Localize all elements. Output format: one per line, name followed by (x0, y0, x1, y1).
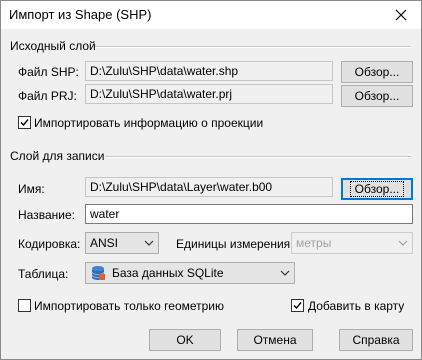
import-projection-checkbox[interactable] (18, 116, 31, 129)
chevron-down-icon (140, 240, 158, 246)
table-value: База данных SQLite (112, 266, 224, 280)
chevron-down-icon (276, 270, 294, 276)
units-value: метры (296, 236, 332, 250)
caption-input[interactable]: water (85, 204, 413, 224)
units-label: Единицы измерения: (176, 237, 294, 251)
caption-label: Название: (18, 208, 75, 222)
layer-browse-label: Обзор... (349, 181, 405, 197)
units-select[interactable]: метры (291, 232, 413, 254)
help-label: Справка (352, 333, 400, 347)
help-button[interactable]: Справка (339, 329, 413, 351)
encoding-select[interactable]: ANSI (85, 232, 159, 254)
target-group-title: Слой для записи (10, 149, 105, 163)
chevron-down-icon (394, 240, 412, 246)
encoding-label: Кодировка: (18, 237, 81, 251)
table-label: Таблица: (18, 267, 69, 281)
title-bar: Импорт из Shape (SHP) (1, 1, 421, 29)
cancel-label: Отмена (253, 333, 297, 347)
table-select[interactable]: База данных SQLite (85, 262, 295, 284)
checkmark-icon (293, 302, 302, 310)
shp-path-field[interactable]: D:\Zulu\SHP\data\water.shp (85, 61, 333, 81)
geometry-only-label[interactable]: Импортировать только геометрию (34, 299, 224, 313)
add-to-map-label[interactable]: Добавить в карту (308, 299, 404, 313)
checkmark-icon (20, 119, 29, 127)
prj-browse-button[interactable]: Обзор... (341, 85, 413, 107)
target-group-divider (105, 156, 411, 158)
ok-label: OK (176, 333, 194, 347)
encoding-value: ANSI (90, 236, 119, 250)
import-shp-dialog: Импорт из Shape (SHP) Исходный слой Файл… (0, 0, 422, 360)
prj-path-field[interactable]: D:\Zulu\SHP\data\water.prj (85, 84, 333, 104)
window-title: Импорт из Shape (SHP) (9, 7, 152, 22)
database-icon (91, 266, 105, 280)
shp-browse-button[interactable]: Обзор... (341, 61, 413, 83)
source-group-divider (95, 46, 411, 48)
import-projection-label[interactable]: Импортировать информацию о проекции (34, 116, 263, 130)
ok-button[interactable]: OK (149, 329, 221, 351)
prj-file-label: Файл PRJ: (18, 89, 77, 103)
layer-path-field[interactable]: D:\Zulu\SHP\data\Layer\water.b00 (85, 177, 333, 197)
geometry-only-checkbox[interactable] (18, 299, 31, 312)
close-icon (395, 9, 407, 21)
close-button[interactable] (381, 1, 421, 29)
add-to-map-checkbox[interactable] (291, 299, 304, 312)
prj-browse-label: Обзор... (354, 89, 400, 103)
cancel-button[interactable]: Отмена (237, 329, 313, 351)
shp-file-label: Файл SHP: (18, 65, 79, 79)
layer-name-label: Имя: (18, 182, 45, 196)
source-group-title: Исходный слой (10, 39, 96, 53)
layer-browse-button[interactable]: Обзор... (341, 178, 413, 200)
shp-browse-label: Обзор... (354, 65, 400, 79)
